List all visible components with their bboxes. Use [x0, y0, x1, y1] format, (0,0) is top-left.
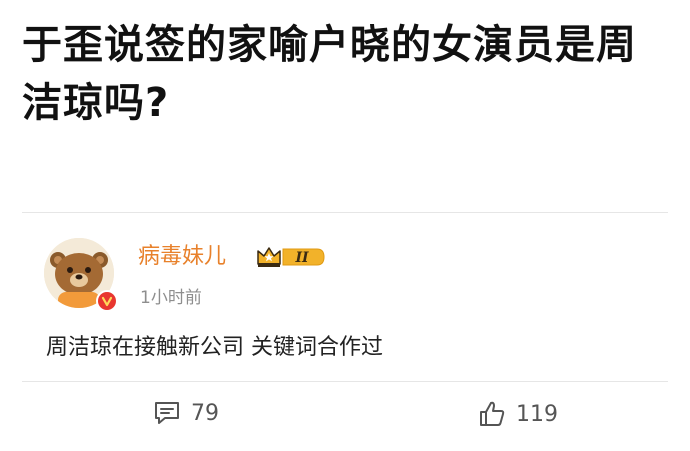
question-title: 于歪说签的家喻户晓的女演员是周洁琼吗?	[22, 22, 637, 126]
like-count: 119	[516, 401, 558, 427]
comment-count: 79	[191, 400, 219, 426]
thumbs-up-icon	[478, 400, 506, 428]
comment-button[interactable]: 79	[153, 400, 219, 426]
avatar[interactable]	[44, 238, 118, 312]
svg-text:II: II	[294, 250, 309, 266]
timestamp: 1小时前	[140, 288, 202, 308]
answer-text: 周洁琼在接触新公司 关键词合作过	[46, 335, 383, 360]
crown-icon	[257, 247, 281, 267]
comment-icon	[153, 400, 181, 426]
action-divider	[22, 381, 668, 382]
title-divider	[22, 212, 668, 213]
like-button[interactable]: 119	[478, 400, 558, 428]
verified-icon	[96, 290, 118, 312]
username[interactable]: 病毒妹儿	[138, 242, 226, 272]
vip-badge[interactable]: II	[255, 244, 327, 274]
